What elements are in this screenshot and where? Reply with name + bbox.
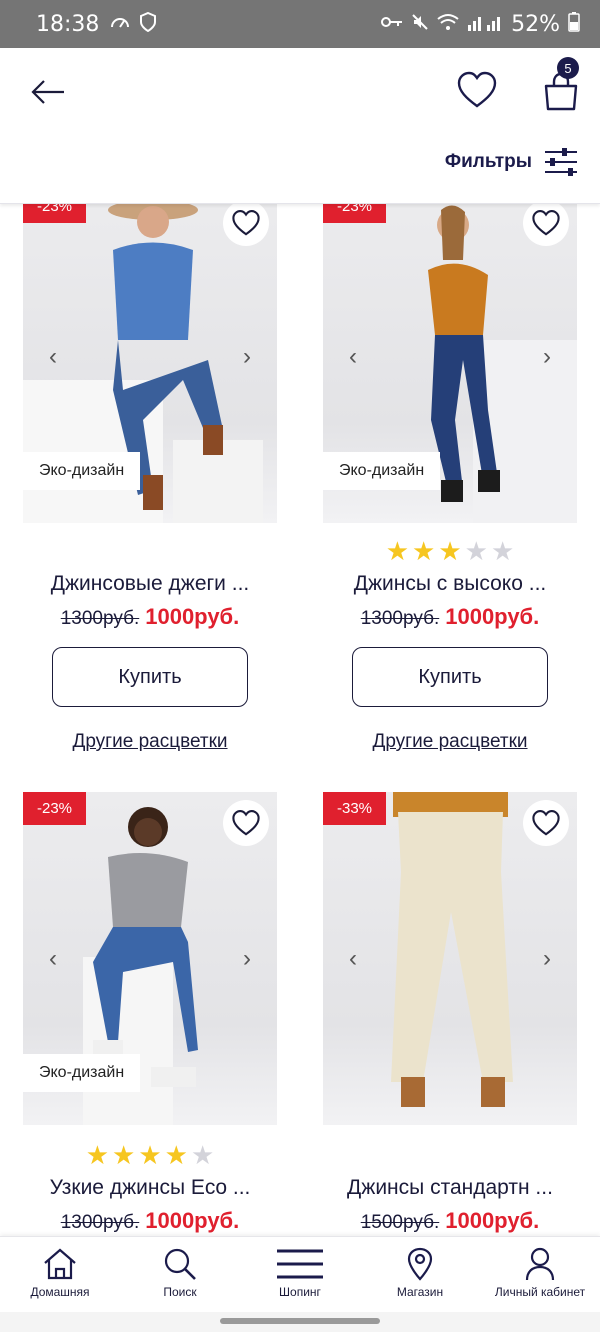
eco-design-badge: Эко-дизайн	[323, 452, 441, 490]
product-card[interactable]: -23% ‹ › Эко-дизайн ★ ★ ★ ★ ★ Узкие джинсы E…	[23, 792, 277, 1236]
battery-percent: 52%	[511, 11, 560, 37]
star-icon: ★	[112, 1140, 136, 1170]
nav-label: Магазин	[396, 1285, 444, 1299]
arrow-left-icon	[31, 80, 64, 104]
rating-stars: ★ ★ ★ ★ ★	[386, 538, 515, 564]
star-icon: ★	[190, 1140, 215, 1170]
home-icon	[44, 1248, 76, 1280]
heart-icon	[532, 210, 560, 236]
chevron-left-icon[interactable]: ‹	[49, 945, 57, 973]
eco-design-badge: Эко-дизайн	[23, 1054, 141, 1092]
product-prices: 1300руб. 1000руб.	[23, 1208, 277, 1234]
signal-icon	[467, 13, 503, 36]
other-colors-link[interactable]: Другие расцветки	[23, 731, 277, 753]
chevron-right-icon[interactable]: ›	[543, 343, 551, 371]
heart-icon	[232, 210, 260, 236]
product-image[interactable]: -23% ‹ › Эко-дизайн	[23, 792, 277, 1125]
product-title[interactable]: Узкие джинсы Eco ...	[23, 1176, 277, 1200]
user-icon	[525, 1247, 555, 1281]
discount-badge: -23%	[23, 792, 87, 825]
add-to-wishlist-button[interactable]	[523, 200, 569, 246]
old-price: 1300руб.	[60, 1212, 140, 1233]
nav-account[interactable]: Личный кабинет	[480, 1237, 600, 1312]
nav-home[interactable]: Домашняя	[0, 1237, 120, 1312]
sliders-icon	[545, 148, 577, 176]
back-button[interactable]	[28, 72, 68, 112]
star-icon: ★	[412, 536, 436, 566]
product-prices: 1500руб. 1000руб.	[323, 1208, 577, 1234]
status-bar: 18:38 52%	[0, 0, 600, 48]
product-prices: 1300руб. 1000руб.	[23, 604, 277, 630]
product-card[interactable]: -23% ‹ › Эко-дизайн Джинсовые джеги ... …	[23, 190, 277, 770]
star-icon: ★	[438, 536, 462, 566]
product-card[interactable]: -23% ‹ › Эко-дизайн ★ ★ ★ ★ ★ Джинсы с высок…	[323, 190, 577, 770]
gesture-bar	[0, 1312, 600, 1332]
menu-icon	[277, 1249, 323, 1279]
home-indicator[interactable]	[220, 1318, 380, 1324]
bottom-navigation: Домашняя Поиск Шопинг Магазин Личный каб…	[0, 1236, 600, 1312]
product-title[interactable]: Джинсы стандартн ...	[323, 1176, 577, 1200]
add-to-wishlist-button[interactable]	[223, 800, 269, 846]
product-image[interactable]: -33% ‹ ›	[323, 792, 577, 1125]
wifi-icon	[437, 13, 459, 36]
filters-label: Фильтры	[444, 151, 532, 172]
discount-badge: -33%	[323, 792, 387, 825]
new-price: 1000руб.	[445, 1208, 540, 1233]
product-title[interactable]: Джинсовые джеги ...	[23, 572, 277, 596]
new-price: 1000руб.	[145, 1208, 240, 1233]
shield-badge-icon	[139, 11, 157, 37]
star-icon: ★	[164, 1140, 188, 1170]
battery-icon	[568, 11, 580, 37]
product-title[interactable]: Джинсы с высоко ...	[323, 572, 577, 596]
eco-design-badge: Эко-дизайн	[23, 452, 141, 490]
product-prices: 1300руб. 1000руб.	[323, 604, 577, 630]
rating-stars: ★ ★ ★ ★ ★	[86, 1142, 215, 1168]
nav-search[interactable]: Поиск	[120, 1237, 240, 1312]
chevron-right-icon[interactable]: ›	[243, 945, 251, 973]
cart-count-badge: 5	[557, 57, 579, 79]
nav-label: Шопинг	[279, 1285, 321, 1299]
buy-button[interactable]: Купить	[352, 647, 548, 707]
star-icon: ★	[490, 536, 515, 566]
nav-shopping[interactable]: Шопинг	[240, 1237, 360, 1312]
old-price: 1500руб.	[360, 1212, 440, 1233]
new-price: 1000руб.	[445, 604, 540, 629]
nav-store[interactable]: Магазин	[360, 1237, 480, 1312]
old-price: 1300руб.	[360, 608, 440, 629]
add-to-wishlist-button[interactable]	[523, 800, 569, 846]
new-price: 1000руб.	[145, 604, 240, 629]
nav-label: Поиск	[163, 1285, 197, 1299]
heart-icon	[457, 71, 497, 108]
buy-button[interactable]: Купить	[52, 647, 248, 707]
heart-icon	[232, 810, 260, 836]
chevron-left-icon[interactable]: ‹	[349, 945, 357, 973]
filters-button[interactable]: Фильтры	[445, 148, 578, 176]
star-icon: ★	[385, 536, 410, 566]
nav-label: Домашняя	[30, 1285, 90, 1299]
status-time: 18:38	[36, 11, 100, 37]
product-image[interactable]: -23% ‹ › Эко-дизайн	[323, 190, 577, 523]
wishlist-button[interactable]	[456, 70, 498, 112]
location-pin-icon	[407, 1247, 433, 1281]
star-icon: ★	[138, 1140, 162, 1170]
star-icon: ★	[464, 536, 488, 566]
chevron-left-icon[interactable]: ‹	[49, 343, 57, 371]
product-image[interactable]: -23% ‹ › Эко-дизайн	[23, 190, 277, 523]
other-colors-link[interactable]: Другие расцветки	[323, 731, 577, 753]
key-icon	[381, 14, 403, 34]
chevron-right-icon[interactable]: ›	[243, 343, 251, 371]
heart-icon	[532, 810, 560, 836]
search-icon	[164, 1248, 196, 1280]
old-price: 1300руб.	[60, 608, 140, 629]
chevron-right-icon[interactable]: ›	[543, 945, 551, 973]
star-icon: ★	[85, 1140, 110, 1170]
top-header: Фильтры	[0, 48, 600, 204]
speed-icon	[109, 14, 131, 35]
nav-label: Личный кабинет	[494, 1285, 586, 1299]
chevron-left-icon[interactable]: ‹	[349, 343, 357, 371]
add-to-wishlist-button[interactable]	[223, 200, 269, 246]
mute-icon	[411, 13, 429, 36]
product-card[interactable]: -33% ‹ › Джинсы стандартн ... 1500руб. 10…	[323, 792, 577, 1236]
